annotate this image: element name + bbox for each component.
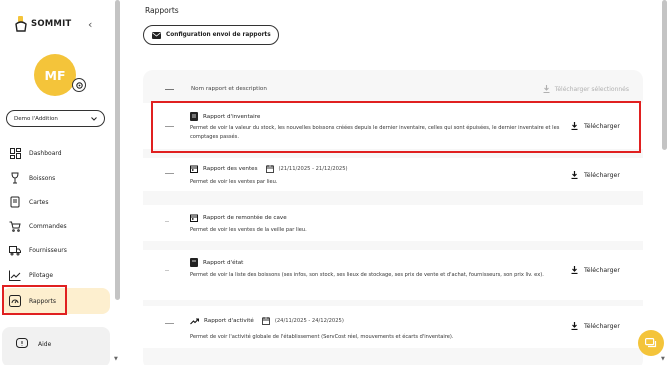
download-selected-button[interactable]: Télécharger sélectionnés bbox=[543, 85, 629, 93]
scroll-down-arrow-icon[interactable]: ▼ bbox=[114, 356, 118, 362]
cart-icon bbox=[8, 221, 22, 232]
page-title: Rapports bbox=[145, 6, 179, 15]
scroll-down-arrow-icon[interactable]: ▼ bbox=[661, 356, 665, 362]
sommit-logo-icon bbox=[14, 16, 28, 32]
calendar-icon bbox=[190, 165, 198, 173]
help-icon bbox=[16, 338, 28, 350]
mail-icon bbox=[152, 31, 166, 39]
table-row: Rapport des ventes (21/11/2025 - 21/12/2… bbox=[143, 158, 643, 191]
download-button[interactable]: Télécharger bbox=[571, 171, 620, 179]
download-icon bbox=[571, 171, 584, 179]
date-range-text: (21/11/2025 - 21/12/2025) bbox=[278, 166, 348, 172]
sidebar-item-cartes[interactable]: Cartes bbox=[8, 193, 108, 211]
download-label: Télécharger bbox=[584, 266, 620, 274]
calendar-icon bbox=[190, 214, 198, 222]
row-description: Permet de voir les ventes par lieu. bbox=[190, 179, 278, 185]
sidebar-item-pilotage[interactable]: Pilotage bbox=[8, 266, 108, 284]
avatar[interactable]: MF bbox=[34, 54, 76, 96]
row-checkbox[interactable] bbox=[165, 173, 174, 174]
table-row: Rapport d'état Permet de voir la liste d… bbox=[143, 250, 643, 300]
sidebar-item-label: Boissons bbox=[29, 174, 56, 182]
download-label: Télécharger bbox=[584, 171, 620, 179]
venue-select-value: Demo l'Addition bbox=[14, 115, 58, 122]
row-checkbox[interactable] bbox=[165, 323, 174, 324]
chat-button[interactable] bbox=[638, 330, 664, 356]
row-title: Rapport de remontée de cave bbox=[190, 214, 287, 222]
calendar-icon bbox=[265, 165, 279, 173]
brand-logo[interactable]: SOMMIT bbox=[14, 16, 71, 32]
chevron-down-icon bbox=[91, 116, 97, 121]
settings-gear-icon[interactable] bbox=[72, 78, 86, 92]
download-icon bbox=[543, 85, 555, 93]
row-description: Permet de voir la liste des boissons (se… bbox=[190, 272, 544, 278]
trend-up-icon bbox=[190, 317, 199, 325]
download-icon bbox=[571, 322, 584, 330]
sidebar: SOMMIT ‹ MF Demo l'Addition Dashboard Bo… bbox=[0, 0, 115, 365]
row-checkbox[interactable] bbox=[165, 270, 169, 271]
column-name-header: Nom rapport et description bbox=[191, 86, 267, 92]
download-label: Télécharger bbox=[584, 322, 620, 330]
download-button[interactable]: Télécharger bbox=[571, 266, 620, 274]
date-range[interactable]: (21/11/2025 - 21/12/2025) bbox=[265, 165, 348, 173]
chat-bubble-icon bbox=[645, 337, 657, 349]
date-range-text: (24/11/2025 - 24/12/2025) bbox=[274, 318, 344, 324]
download-button[interactable]: Télécharger bbox=[571, 322, 620, 330]
line-chart-icon bbox=[8, 270, 22, 281]
download-selected-label: Télécharger sélectionnés bbox=[554, 85, 629, 93]
table-header: Nom rapport et description Télécharger s… bbox=[143, 80, 643, 100]
help-label: Aide bbox=[38, 340, 52, 348]
sidebar-item-label: Cartes bbox=[29, 198, 49, 206]
venue-select[interactable]: Demo l'Addition bbox=[6, 110, 105, 127]
dashboard-icon bbox=[8, 147, 22, 159]
row-checkbox[interactable] bbox=[165, 221, 169, 222]
row-title-text: Rapport d'état bbox=[203, 259, 244, 266]
table-row: Rapport de remontée de cave Permet de vo… bbox=[143, 205, 643, 241]
wine-glass-icon bbox=[8, 172, 22, 184]
selection-highlight bbox=[151, 101, 641, 153]
row-description: Permet de voir les ventes de la veille p… bbox=[190, 227, 307, 233]
row-title-text: Rapport des ventes bbox=[203, 166, 258, 172]
row-title: Rapport d'état bbox=[190, 258, 243, 267]
sidebar-item-label: Dashboard bbox=[29, 149, 62, 157]
truck-icon bbox=[8, 245, 22, 256]
brand-name: SOMMIT bbox=[31, 19, 72, 29]
collapse-sidebar-icon[interactable]: ‹ bbox=[88, 18, 92, 31]
table-row: Rapport d'activité (24/11/2025 - 24/12/2… bbox=[143, 306, 643, 348]
row-title-text: Rapport d'activité bbox=[204, 318, 254, 324]
date-range[interactable]: (24/11/2025 - 24/12/2025) bbox=[261, 317, 344, 325]
menu-card-icon bbox=[8, 196, 22, 208]
row-title-text: Rapport de remontée de cave bbox=[203, 215, 287, 221]
select-all-checkbox[interactable] bbox=[165, 89, 174, 90]
calendar-icon bbox=[261, 317, 275, 325]
sidebar-scrollbar[interactable] bbox=[115, 0, 120, 300]
config-reports-label: Configuration envoi de rapports bbox=[166, 32, 271, 38]
sidebar-item-commandes[interactable]: Commandes bbox=[8, 217, 108, 235]
selection-highlight bbox=[2, 285, 67, 315]
sidebar-item-boissons[interactable]: Boissons bbox=[8, 169, 108, 187]
sidebar-item-label: Fournisseurs bbox=[29, 246, 67, 254]
main-scrollbar[interactable] bbox=[662, 0, 667, 150]
sidebar-item-fournisseurs[interactable]: Fournisseurs bbox=[8, 241, 108, 259]
sidebar-item-label: Pilotage bbox=[29, 271, 54, 279]
row-title: Rapport d'activité (24/11/2025 - 24/12/2… bbox=[190, 317, 344, 325]
sidebar-item-dashboard[interactable]: Dashboard bbox=[8, 144, 108, 162]
download-icon bbox=[571, 266, 584, 274]
row-description: Permet de voir l'activité globale de l'é… bbox=[190, 334, 454, 340]
sidebar-item-label: Commandes bbox=[29, 222, 67, 230]
row-title: Rapport des ventes (21/11/2025 - 21/12/2… bbox=[190, 165, 348, 173]
report-doc-icon bbox=[190, 258, 198, 267]
help-button[interactable]: Aide bbox=[16, 338, 51, 350]
avatar-initials: MF bbox=[44, 67, 66, 83]
config-reports-button[interactable]: Configuration envoi de rapports bbox=[143, 25, 279, 45]
